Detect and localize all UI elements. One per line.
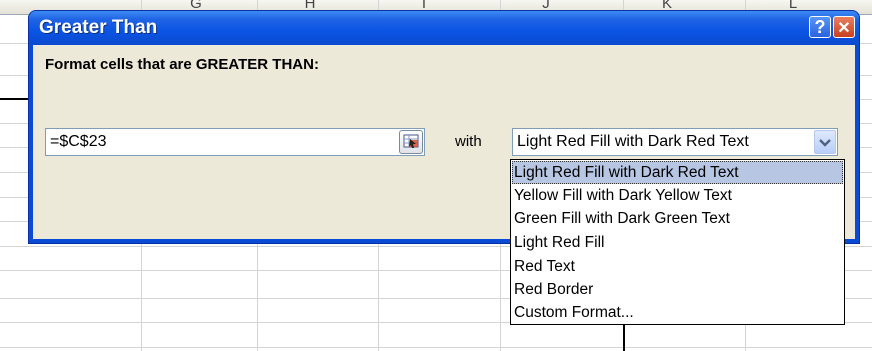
dialog-title: Greater Than: [39, 17, 158, 38]
format-option-yellow-fill-dark-yellow-text[interactable]: Yellow Fill with Dark Yellow Text: [512, 184, 843, 207]
help-icon: ?: [814, 17, 826, 37]
with-label: with: [455, 133, 482, 150]
dialog-titlebar[interactable]: Greater Than ? ✕: [29, 11, 859, 45]
format-option-red-text[interactable]: Red Text: [512, 255, 843, 278]
format-dropdown-button[interactable]: [814, 130, 836, 154]
format-select[interactable]: Light Red Fill with Dark Red Text: [512, 128, 838, 156]
range-select-icon: [403, 134, 419, 148]
grid-line: [0, 347, 872, 348]
cell-border: [0, 98, 28, 100]
value-input[interactable]: =$C$23: [45, 128, 425, 156]
close-button[interactable]: ✕: [833, 16, 855, 38]
range-select-button[interactable]: [399, 130, 423, 154]
value-input-text[interactable]: =$C$23: [50, 133, 107, 151]
format-options-list: Light Red Fill with Dark Red Text Yellow…: [510, 159, 845, 325]
format-option-light-red-fill[interactable]: Light Red Fill: [512, 231, 843, 254]
format-option-custom-format[interactable]: Custom Format...: [512, 301, 843, 324]
format-select-value[interactable]: Light Red Fill with Dark Red Text: [517, 133, 749, 151]
condition-prompt: Format cells that are GREATER THAN:: [45, 56, 319, 73]
format-option-red-border[interactable]: Red Border: [512, 278, 843, 301]
format-option-green-fill-dark-green-text[interactable]: Green Fill with Dark Green Text: [512, 207, 843, 230]
chevron-down-icon: [819, 139, 831, 147]
format-option-light-red-fill-dark-red-text[interactable]: Light Red Fill with Dark Red Text: [512, 161, 843, 184]
close-icon: ✕: [837, 20, 851, 37]
help-button[interactable]: ?: [809, 16, 831, 38]
